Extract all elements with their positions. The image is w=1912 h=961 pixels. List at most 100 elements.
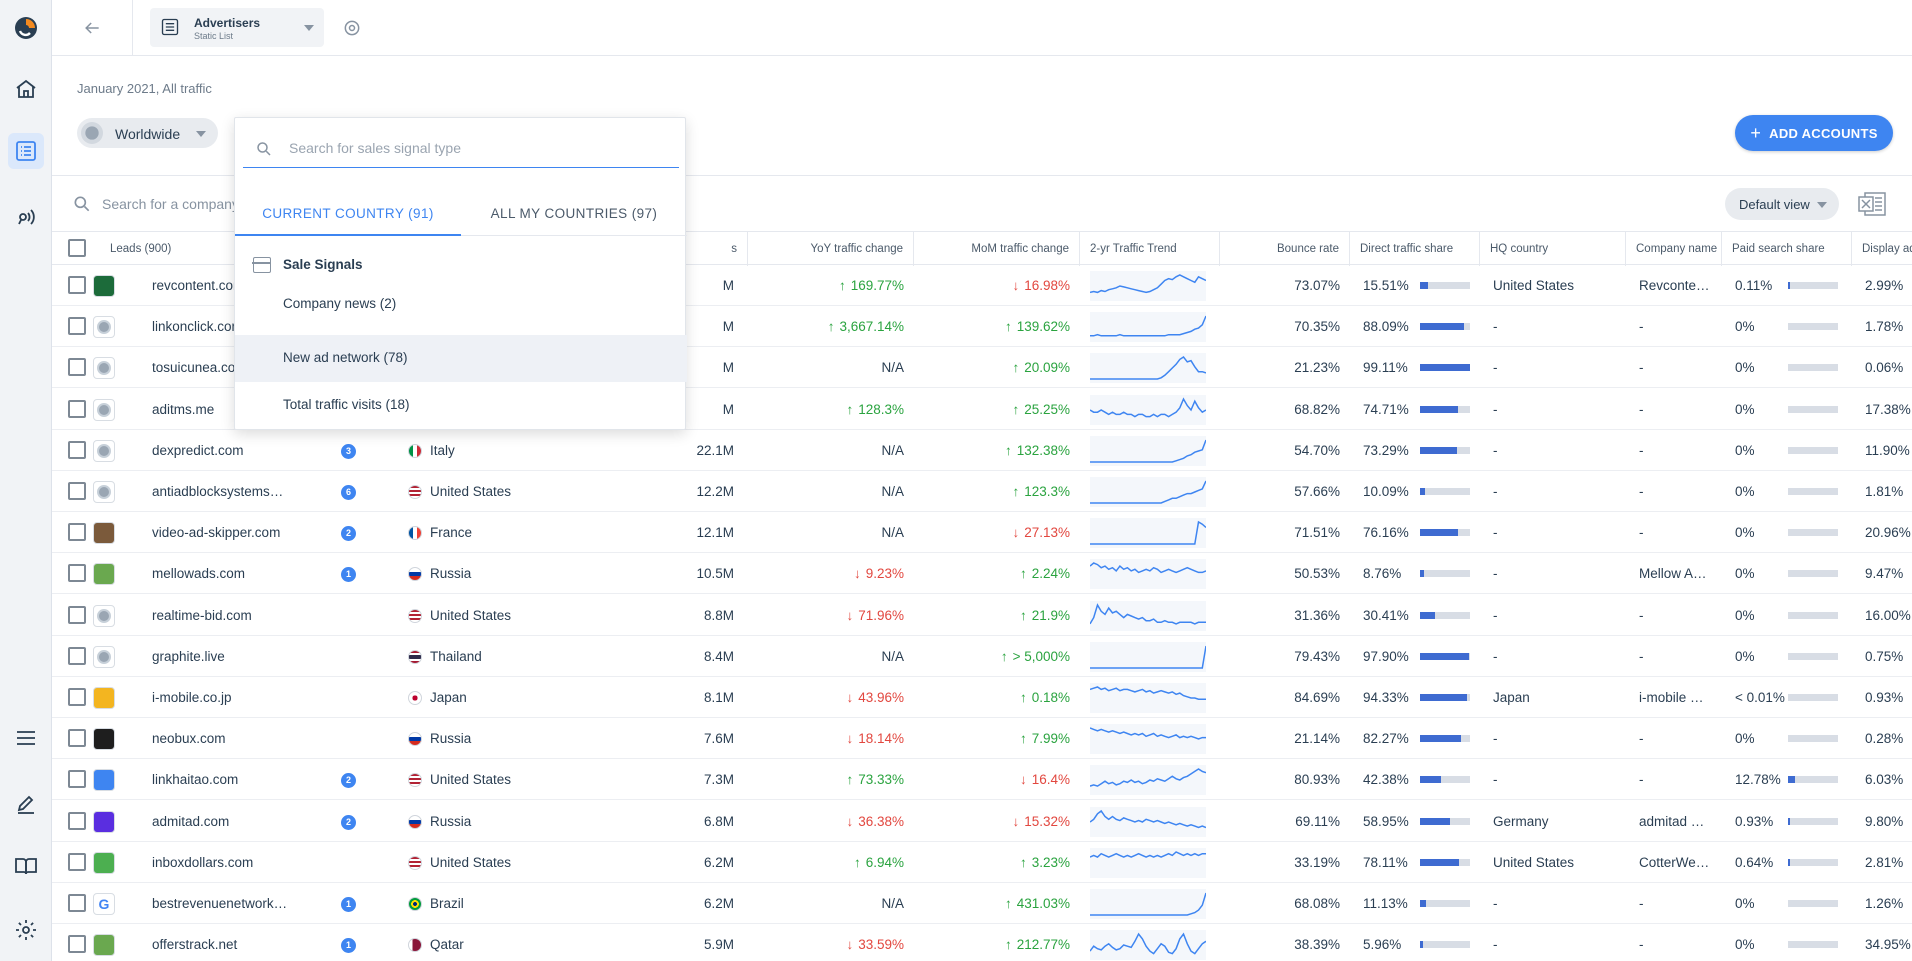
col-mom[interactable]: MoM traffic change xyxy=(914,232,1080,266)
row-domain[interactable]: linkhaitao.com xyxy=(152,759,302,800)
signal-count-badge[interactable]: 2 xyxy=(341,526,356,542)
signals-icon[interactable] xyxy=(8,198,44,234)
table-row[interactable]: graphite.live Thailand 8.4M N/A ↑ > 5,000% 79.… xyxy=(52,636,1912,677)
row-checkbox[interactable] xyxy=(68,482,86,500)
arrow-up-icon: ↑ xyxy=(1004,937,1012,953)
row-domain[interactable]: video-ad-skipper.com xyxy=(152,512,302,553)
signal-count-badge[interactable]: 1 xyxy=(341,938,356,954)
row-checkbox[interactable] xyxy=(68,564,86,583)
signal-item-company-news[interactable]: Company news (2) xyxy=(235,281,687,328)
signal-item-total-traffic-visits[interactable]: Total traffic visits (18) xyxy=(235,382,687,429)
row-domain[interactable]: mellowads.com xyxy=(152,553,302,594)
lists-icon[interactable] xyxy=(8,133,44,169)
view-selector[interactable]: Default view xyxy=(1725,188,1839,220)
signal-count-badge[interactable]: 3 xyxy=(341,443,356,459)
traffic-trend-sparkline xyxy=(1090,641,1206,672)
row-checkbox[interactable] xyxy=(68,646,86,665)
table-row[interactable]: mellowads.com 1 Russia 10.5M ↓ 9.23% ↑ 2.24% 50.… xyxy=(52,553,1912,595)
row-checkbox[interactable] xyxy=(68,605,86,624)
list-selector[interactable]: Advertisers Static List xyxy=(150,8,324,47)
row-mom: ↑ 132.38% xyxy=(914,430,1070,471)
row-checkbox[interactable] xyxy=(68,317,86,336)
row-domain[interactable]: realtime-bid.com xyxy=(152,595,302,636)
signal-search-input[interactable] xyxy=(289,138,659,158)
row-direct: 88.09% xyxy=(1363,319,1409,335)
row-checkbox[interactable] xyxy=(68,440,86,459)
gear-icon[interactable] xyxy=(8,912,44,948)
row-mom: ↑ 25.25% xyxy=(914,389,1070,430)
menu-icon[interactable] xyxy=(8,720,44,756)
row-checkbox[interactable] xyxy=(68,276,86,294)
home-icon[interactable] xyxy=(8,71,44,107)
row-domain[interactable]: dexpredict.com xyxy=(152,430,302,471)
table-row[interactable]: dexpredict.com 3 Italy 22.1M N/A ↑ 132.38% 54.7… xyxy=(52,430,1912,471)
col-yoy[interactable]: YoY traffic change xyxy=(748,232,914,266)
row-hq: - xyxy=(1493,442,1498,458)
row-hq: - xyxy=(1493,525,1498,541)
tab-current-country[interactable]: CURRENT COUNTRY (91) xyxy=(235,195,461,236)
col-bounce[interactable]: Bounce rate xyxy=(1220,232,1350,266)
row-yoy: ↓ 43.96% xyxy=(748,677,904,718)
signal-item-new-ad-network[interactable]: New ad network (78) xyxy=(235,335,687,382)
row-checkbox[interactable] xyxy=(68,811,86,830)
list-settings-button[interactable] xyxy=(338,14,366,42)
col-display[interactable]: Display ads traffic xyxy=(1852,232,1912,266)
table-row[interactable]: video-ad-skipper.com 2 France 12.1M N/A ↓ 27.1… xyxy=(52,512,1912,554)
row-checkbox[interactable] xyxy=(68,894,86,912)
col-direct[interactable]: Direct traffic share xyxy=(1350,232,1480,266)
signal-count-badge[interactable]: 1 xyxy=(341,567,356,583)
table-row[interactable]: antiadblocksystems… 6 United States 12.2M N/… xyxy=(52,471,1912,512)
row-checkbox[interactable] xyxy=(68,770,86,789)
row-checkbox[interactable] xyxy=(68,852,86,871)
signal-count-badge[interactable]: 2 xyxy=(341,814,356,830)
yoy-value: N/A xyxy=(881,360,904,376)
row-checkbox[interactable] xyxy=(68,358,86,377)
book-icon[interactable] xyxy=(8,848,44,884)
table-row[interactable]: inboxdollars.com United States 6.2M ↑ 6.94% ↑… xyxy=(52,842,1912,883)
table-row[interactable]: Gbestrevenuenetwork… 1 Brazil 6.2M N/A ↑ 431.0… xyxy=(52,883,1912,924)
row-domain[interactable]: admitad.com xyxy=(152,801,302,842)
row-domain[interactable]: offerstrack.net xyxy=(152,924,302,961)
row-checkbox[interactable] xyxy=(68,523,86,542)
col-paid[interactable]: Paid search share xyxy=(1722,232,1852,266)
row-mom: ↑ 20.09% xyxy=(914,347,1070,388)
app-logo-icon[interactable] xyxy=(8,10,44,46)
row-checkbox[interactable] xyxy=(68,729,86,748)
row-domain[interactable]: neobux.com xyxy=(152,718,302,759)
direct-share-bar xyxy=(1420,446,1470,454)
company-search-input[interactable] xyxy=(102,192,242,216)
row-checkbox[interactable] xyxy=(68,688,86,706)
table-row[interactable]: admitad.com 2 Russia 6.8M ↓ 36.38% ↓ 15.32% 69.1… xyxy=(52,801,1912,842)
row-domain[interactable]: inboxdollars.com xyxy=(152,842,302,883)
traffic-trend-sparkline xyxy=(1090,847,1206,878)
table-row[interactable]: i-mobile.co.jp Japan 8.1M ↓ 43.96% ↑ 0.18% 84.6… xyxy=(52,677,1912,718)
col-company[interactable]: Company name xyxy=(1626,232,1722,266)
signal-count-badge[interactable]: 1 xyxy=(341,897,356,912)
signal-count-badge[interactable]: 2 xyxy=(341,773,356,789)
row-paid: 0.93% xyxy=(1735,813,1774,829)
row-company: - xyxy=(1639,525,1644,541)
traffic-trend-sparkline xyxy=(1090,271,1206,301)
row-checkbox[interactable] xyxy=(68,935,86,954)
tab-all-my-countries[interactable]: ALL MY COUNTRIES (97) xyxy=(461,195,687,236)
table-row[interactable]: realtime-bid.com United States 8.8M ↓ 71.96%… xyxy=(52,595,1912,636)
row-domain[interactable]: antiadblocksystems… xyxy=(152,471,302,512)
excel-export-icon[interactable] xyxy=(1857,190,1887,218)
table-row[interactable]: neobux.com Russia 7.6M ↓ 18.14% ↑ 7.99% 21.14% 8… xyxy=(52,718,1912,760)
select-all-checkbox[interactable] xyxy=(68,239,86,257)
row-checkbox[interactable] xyxy=(68,399,86,418)
back-button[interactable] xyxy=(78,14,106,42)
signal-count-badge[interactable]: 6 xyxy=(341,485,356,500)
edit-icon[interactable] xyxy=(8,785,44,821)
row-domain[interactable]: i-mobile.co.jp xyxy=(152,677,302,718)
col-trend[interactable]: 2-yr Traffic Trend xyxy=(1080,232,1220,266)
row-domain[interactable]: bestrevenuenetwork… xyxy=(152,883,302,924)
add-accounts-button[interactable]: + ADD ACCOUNTS xyxy=(1735,115,1893,151)
col-hq[interactable]: HQ country xyxy=(1480,232,1626,266)
row-bounce: 21.14% xyxy=(1294,731,1340,747)
row-domain[interactable]: graphite.live xyxy=(152,636,302,677)
country-filter[interactable]: Worldwide xyxy=(77,118,218,148)
table-row[interactable]: linkhaitao.com 2 United States 7.3M ↑ 73.33% ↓… xyxy=(52,759,1912,801)
arrow-up-icon: ↑ xyxy=(1019,607,1027,623)
table-row[interactable]: offerstrack.net 1 Qatar 5.9M ↓ 33.59% ↑ 212.77%… xyxy=(52,924,1912,961)
